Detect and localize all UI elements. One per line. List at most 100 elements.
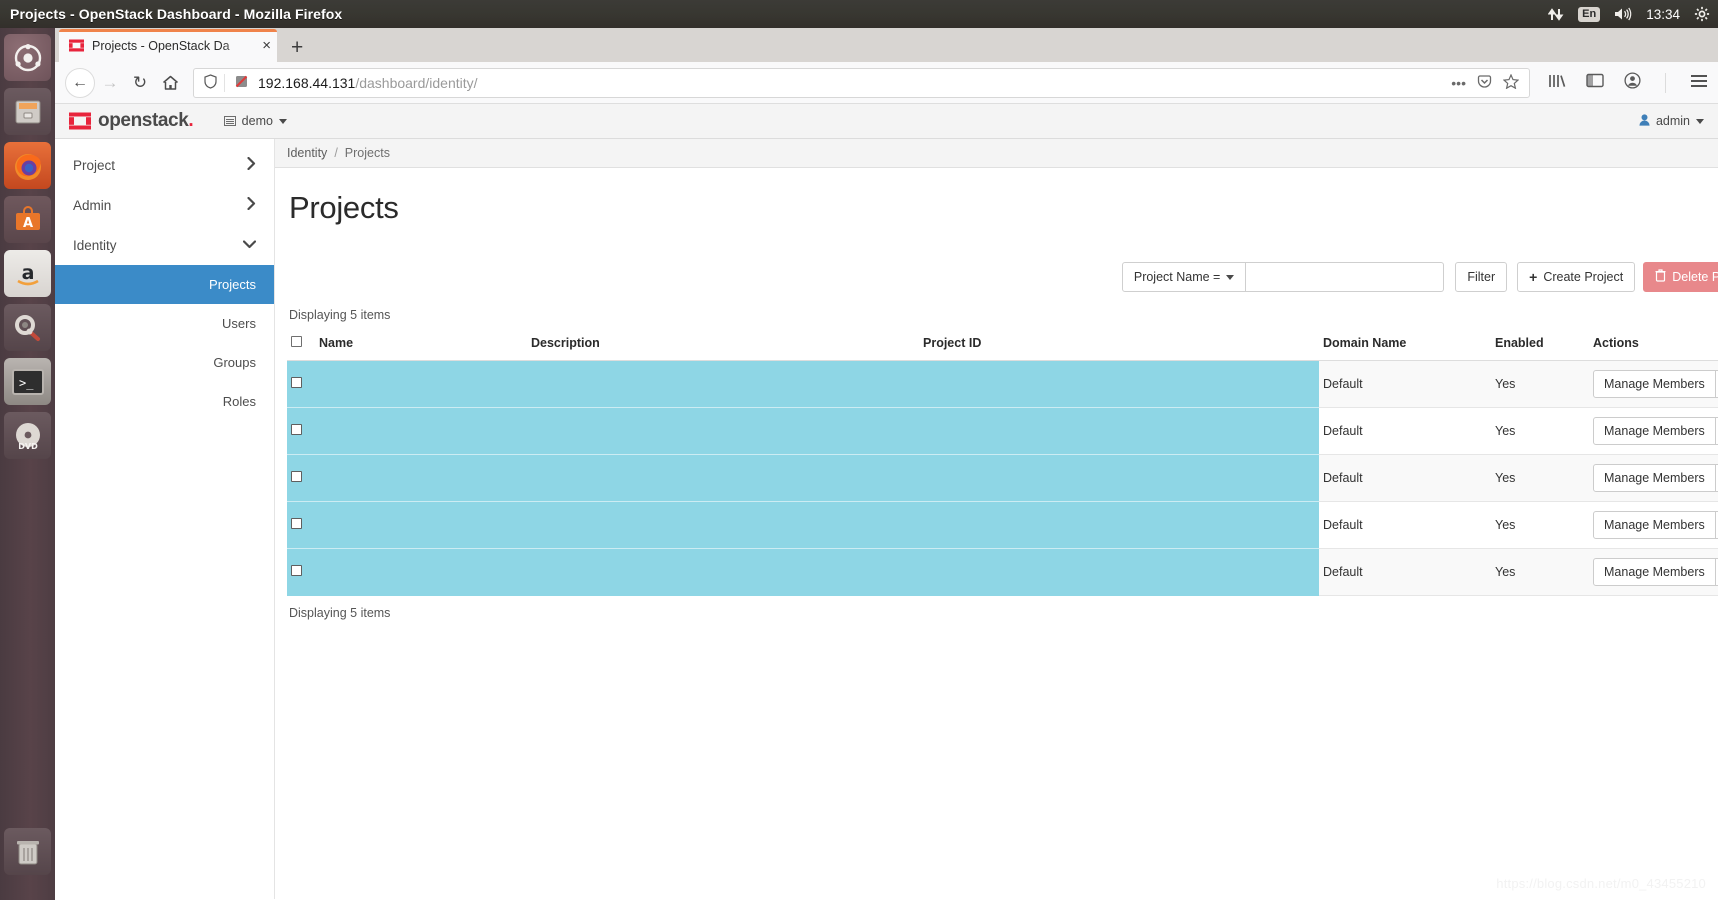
back-button[interactable]: ←: [65, 67, 95, 98]
noscript-icon[interactable]: [225, 74, 258, 92]
table-row[interactable]: Default Yes Manage Members: [287, 454, 1718, 502]
select-all-checkbox[interactable]: [291, 336, 302, 347]
breadcrumb: Identity / Projects: [275, 139, 1718, 168]
cell-description: [527, 548, 919, 596]
launcher-item-terminal[interactable]: >_: [4, 358, 51, 405]
page-actions-icon[interactable]: •••: [1451, 75, 1466, 91]
breadcrumb-parent[interactable]: Identity: [287, 146, 327, 160]
network-updown-icon[interactable]: [1548, 7, 1564, 22]
pocket-icon[interactable]: [1477, 74, 1492, 92]
cell-name: [315, 407, 527, 455]
volume-icon[interactable]: [1614, 7, 1632, 21]
row-actions: Manage Members: [1593, 370, 1718, 398]
url-bar[interactable]: 192.168.44.131/dashboard/identity/ •••: [193, 67, 1530, 98]
row-checkbox[interactable]: [291, 471, 302, 482]
manage-members-button[interactable]: Manage Members: [1593, 511, 1716, 539]
tab-openstack-projects[interactable]: Projects - OpenStack Da ×: [59, 29, 277, 62]
cell-description: [527, 360, 919, 408]
openstack-logo[interactable]: openstack .: [69, 110, 194, 132]
manage-members-button[interactable]: Manage Members: [1593, 417, 1716, 445]
user-avatar-icon: [1639, 113, 1650, 129]
launcher-item-system-settings[interactable]: [4, 304, 51, 351]
forward-button[interactable]: →: [95, 68, 125, 98]
filter-button[interactable]: Filter: [1455, 262, 1508, 292]
hamburger-menu-icon[interactable]: [1690, 74, 1708, 92]
cell-enabled: Yes: [1491, 407, 1589, 455]
chevron-right-icon: [247, 156, 256, 173]
column-name: Name: [315, 330, 527, 361]
sidebar-group-admin-label: Admin: [73, 197, 112, 213]
openstack-wordmark: openstack: [98, 110, 189, 131]
firefox-window: Projects - OpenStack Da × + ← → ↻ 192.16…: [55, 28, 1718, 900]
openstack-wordmark-dot: .: [188, 110, 194, 131]
close-icon[interactable]: ×: [262, 38, 271, 53]
sidebar-item-projects[interactable]: Projects: [55, 265, 274, 304]
row-checkbox[interactable]: [291, 377, 302, 388]
table-row[interactable]: Default Yes Manage Members: [287, 548, 1718, 596]
launcher-item-trash[interactable]: [4, 828, 51, 875]
table-row[interactable]: Default Yes Manage Members: [287, 407, 1718, 455]
filter-field-select[interactable]: Project Name =: [1121, 262, 1247, 292]
urlbar-actions: •••: [1451, 72, 1523, 92]
cell-project-id: [919, 407, 1319, 455]
keyboard-layout-indicator[interactable]: En: [1578, 6, 1601, 22]
user-menu-label: admin: [1655, 114, 1690, 128]
delete-projects-button[interactable]: Delete Projects: [1643, 262, 1718, 292]
shield-icon[interactable]: [200, 73, 225, 92]
account-icon[interactable]: [1624, 72, 1641, 93]
cell-enabled: Yes: [1491, 548, 1589, 596]
sidebar-group-admin[interactable]: Admin: [55, 185, 274, 225]
ubuntu-top-panel: Projects - OpenStack Dashboard - Mozilla…: [0, 0, 1718, 28]
manage-members-button[interactable]: Manage Members: [1593, 370, 1716, 398]
clock[interactable]: 13:34: [1646, 7, 1680, 22]
cell-name: [315, 454, 527, 502]
row-checkbox[interactable]: [291, 518, 302, 529]
create-project-label: Create Project: [1543, 270, 1624, 284]
browser-toolbar: ← → ↻ 192.168.44.131/dashboard/identity/…: [55, 62, 1718, 104]
table-row[interactable]: Default Yes Manage Members: [287, 360, 1718, 408]
launcher-item-ubuntu-software[interactable]: A: [4, 196, 51, 243]
delete-projects-label: Delete Projects: [1672, 270, 1718, 284]
new-tab-button[interactable]: +: [291, 37, 303, 58]
row-checkbox[interactable]: [291, 424, 302, 435]
launcher-item-dvd[interactable]: DVD: [4, 412, 51, 459]
dashboard-sidebar: Project Admin Identity Projects Users Gr…: [55, 139, 275, 899]
sidebar-group-project[interactable]: Project: [55, 145, 274, 185]
project-selector[interactable]: demo: [223, 114, 287, 128]
reload-button[interactable]: ↻: [125, 68, 155, 98]
keyboard-layout-label: En: [1578, 6, 1601, 22]
cell-domain-name: Default: [1319, 454, 1491, 502]
cell-project-id: [919, 548, 1319, 596]
manage-members-button[interactable]: Manage Members: [1593, 464, 1716, 492]
launcher-item-amazon[interactable]: a: [4, 250, 51, 297]
launcher-item-ubuntu-dash[interactable]: [4, 34, 51, 81]
library-icon[interactable]: [1548, 73, 1566, 93]
launcher-item-firefox[interactable]: [4, 142, 51, 189]
cell-enabled: Yes: [1491, 360, 1589, 408]
chevron-right-icon: [247, 196, 256, 213]
row-checkbox[interactable]: [291, 565, 302, 576]
sidebar-item-roles[interactable]: Roles: [55, 382, 274, 421]
sidebar-item-groups-label: Groups: [213, 355, 256, 370]
sidebar-item-users[interactable]: Users: [55, 304, 274, 343]
main-content: Identity / Projects Projects Project Nam…: [275, 139, 1718, 899]
count-bottom: Displaying 5 items: [289, 606, 391, 620]
sidebar-group-identity[interactable]: Identity: [55, 225, 274, 265]
gear-icon[interactable]: [1694, 6, 1710, 22]
toolbar-divider: [1665, 72, 1666, 93]
create-project-button[interactable]: + Create Project: [1517, 262, 1636, 292]
user-menu[interactable]: admin: [1639, 113, 1704, 129]
projects-table-body: Default Yes Manage Members Default Yes M…: [287, 360, 1718, 596]
filter-input[interactable]: [1246, 262, 1445, 292]
breadcrumb-current: Projects: [344, 146, 390, 160]
home-button[interactable]: [155, 68, 185, 98]
bookmark-star-icon[interactable]: [1502, 72, 1520, 92]
manage-members-button[interactable]: Manage Members: [1593, 558, 1716, 586]
cell-description: [527, 454, 919, 502]
sidebar-icon[interactable]: [1586, 73, 1604, 92]
select-all-header: [287, 330, 315, 361]
sidebar-item-groups[interactable]: Groups: [55, 343, 274, 382]
table-row[interactable]: Default Yes Manage Members: [287, 501, 1718, 549]
launcher-item-files[interactable]: [4, 88, 51, 135]
cell-name: [315, 548, 527, 596]
